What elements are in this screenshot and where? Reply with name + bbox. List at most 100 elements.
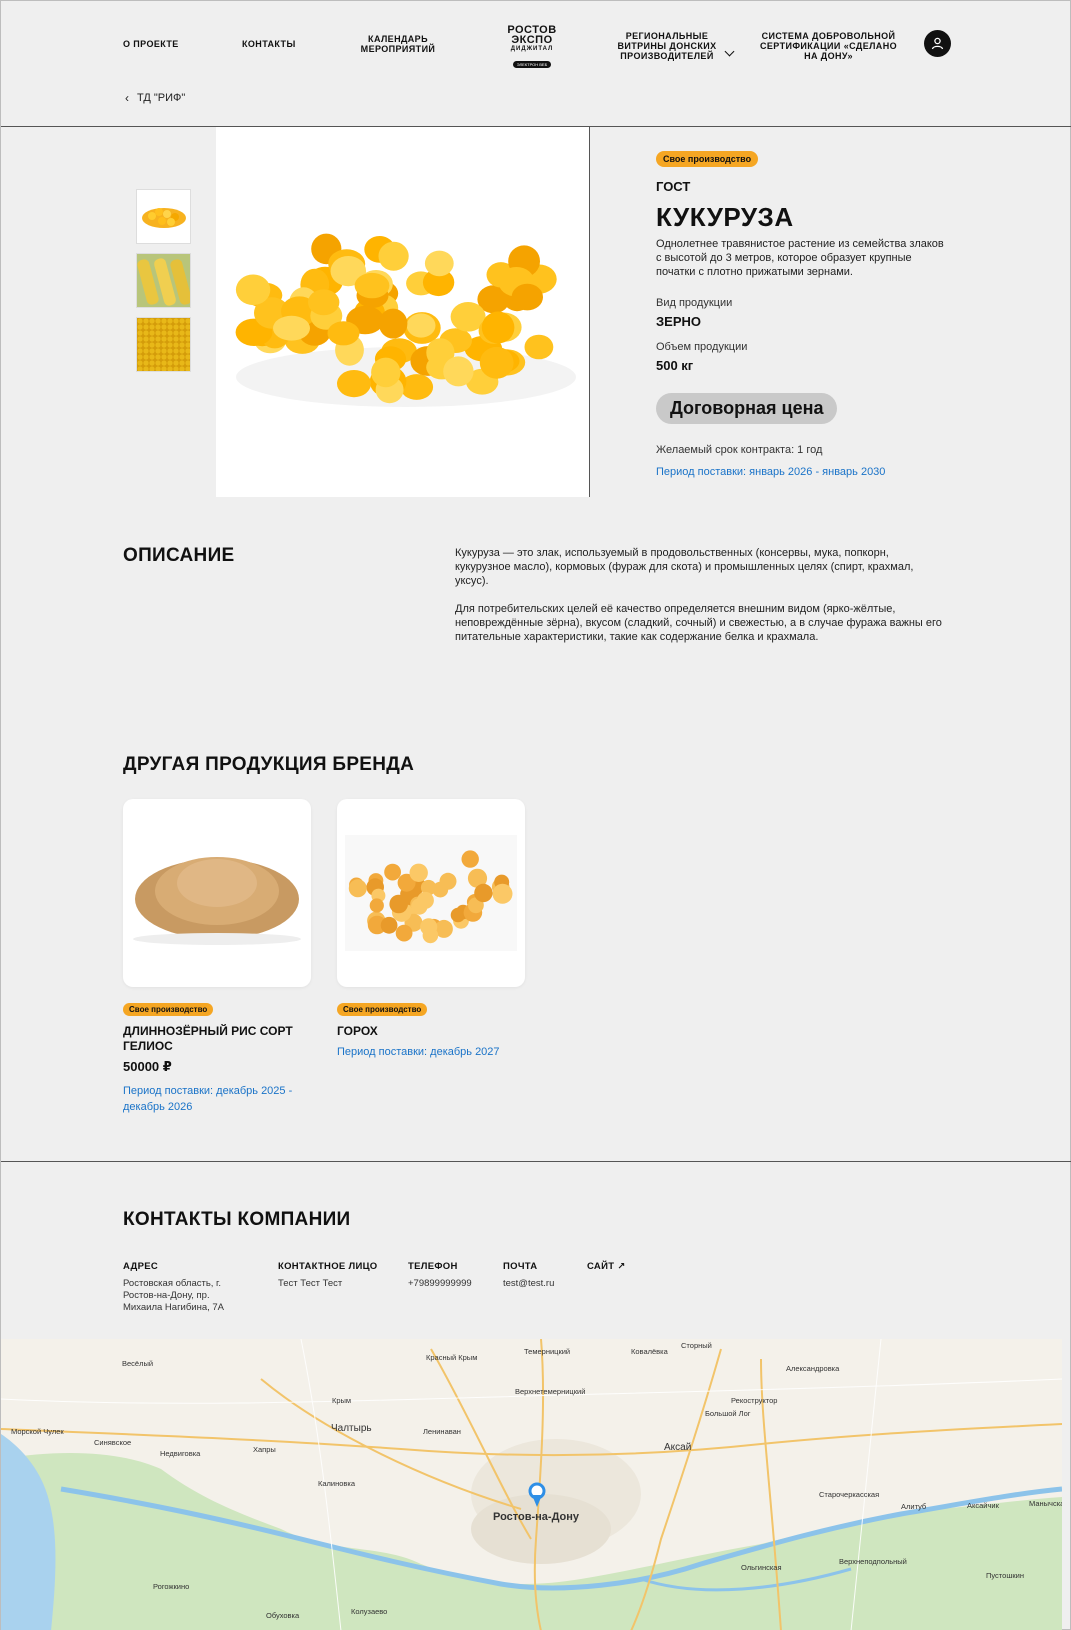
map-label: Старочеркасская [819, 1490, 880, 1499]
description-paragraph-1: Кукуруза — это злак, используемый в прод… [455, 547, 914, 587]
product-card-peas[interactable]: Свое производство ГОРОХ Период поставки:… [337, 799, 525, 1060]
nav-certification[interactable]: СИСТЕМА ДОБРОВОЛЬНОЙ СЕРТИФИКАЦИИ «СДЕЛА… [756, 31, 901, 61]
pea [389, 894, 408, 914]
corn-kernels-thumb-icon [142, 208, 186, 228]
chevron-left-icon: ‹ [125, 91, 129, 105]
thumbnail-corn-texture[interactable] [136, 317, 191, 372]
corn-kernel [479, 346, 514, 379]
site-link[interactable]: САЙТ ↗ [587, 1261, 626, 1272]
pea [380, 916, 398, 934]
map-label: Ленинаван [423, 1427, 461, 1436]
product-card-price: 50000 ₽ [123, 1059, 172, 1074]
user-icon [931, 37, 944, 50]
corn-kernels-image [235, 233, 576, 407]
map-city-label: Ростов-на-Дону [493, 1511, 580, 1523]
map-label: Верхнетемерницкий [515, 1387, 586, 1396]
corn-kernel [378, 241, 409, 271]
map-label: Калиновка [318, 1479, 356, 1488]
pea [439, 872, 457, 890]
rice-grains-image [133, 857, 301, 945]
product-short-description: Однолетнее травянистое растение из семей… [656, 238, 944, 278]
breadcrumb[interactable]: ‹ ТД "РИФ" [125, 91, 185, 105]
pea [474, 883, 493, 903]
description-title: ОПИСАНИЕ [123, 545, 235, 566]
corn-kernel [524, 334, 554, 360]
product-card-period: Период поставки: декабрь 2025 - декабрь … [123, 1085, 293, 1113]
own-production-badge: Свое производство [656, 151, 759, 167]
pea [422, 927, 439, 944]
thumbnail-corn-kernels[interactable] [136, 189, 191, 244]
description-paragraph-2: Для потребительских целей её качество оп… [455, 603, 942, 643]
peas-image-art [345, 835, 517, 951]
email-value[interactable]: test@test.ru [503, 1278, 554, 1290]
map-label: Чалтырь [331, 1423, 372, 1434]
nav-contacts[interactable]: КОНТАКТЫ [242, 39, 296, 49]
logo[interactable]: РОСТОВ ЭКСПО ДИДЖИТАЛ ЭЛЕКТРОН ВЕБ [507, 25, 557, 71]
map-label: Синявское [94, 1438, 132, 1447]
pea [409, 863, 428, 882]
corn-kernel [443, 356, 474, 387]
divider [1, 1161, 1071, 1162]
product-volume-label: Объем продукции [656, 341, 748, 353]
thumbnail-corn-cob[interactable] [136, 253, 191, 308]
product-title: КУКУРУЗА [656, 202, 794, 232]
corn-kernel [371, 357, 401, 388]
map-label: Морской Чулек [11, 1427, 64, 1436]
map-label: Манычская [1029, 1499, 1062, 1508]
nav-regional-showcases[interactable]: РЕГИОНАЛЬНЫЕ ВИТРИНЫ ДОНСКИХ ПРОИЗВОДИТЕ… [607, 31, 727, 61]
corn-kernel [511, 283, 543, 311]
corn-kernel [337, 370, 371, 398]
product-main-image [216, 127, 590, 497]
contract-term: Желаемый срок контракта: 1 год [656, 444, 823, 456]
email-label: ПОЧТА [503, 1261, 538, 1272]
map-label: Колузаево [351, 1607, 388, 1616]
contact-address: АДРЕС Ростовская область, г. Ростов-на-Д… [123, 1261, 248, 1314]
logo-line3: ДИДЖИТАЛ [510, 46, 554, 52]
corn-kernel [406, 313, 436, 338]
address-label: АДРЕС [123, 1261, 159, 1272]
logo-line2: ЭКСПО [511, 34, 553, 46]
nav-calendar[interactable]: КАЛЕНДАРЬ МЕРОПРИЯТИЙ [358, 34, 438, 54]
corn-kernel [354, 272, 390, 299]
map-label: Верхнеподпольный [839, 1557, 907, 1566]
pea [395, 924, 413, 942]
contact-phone: ТЕЛЕФОН +79899999999 [408, 1261, 472, 1290]
map-label: Недвиговка [160, 1449, 201, 1458]
rice-image [123, 799, 311, 987]
map-label: Аксайчик [967, 1501, 999, 1510]
map-label: Рекоструктор [731, 1396, 778, 1405]
product-card-name: ГОРОХ [337, 1024, 378, 1038]
contact-person: КОНТАКТНОЕ ЛИЦО Тест Тест Тест [278, 1261, 378, 1290]
map-label: Пустошкин [986, 1571, 1024, 1580]
description-text: Кукуруза — это злак, используемый в прод… [455, 546, 945, 644]
map-label: Ковалёвка [631, 1347, 668, 1356]
own-production-badge: Свое производство [337, 1003, 428, 1016]
product-info: Свое производство ГОСТ КУКУРУЗА Однолетн… [656, 149, 946, 478]
map-label: Весёлый [122, 1359, 154, 1368]
peas-image [337, 799, 525, 987]
corn-kernel [235, 274, 271, 306]
corn-texture-thumb-icon [137, 318, 190, 371]
contact-site[interactable]: САЙТ ↗ [587, 1261, 626, 1272]
pea [384, 863, 401, 881]
pea [450, 907, 466, 923]
person-label: КОНТАКТНОЕ ЛИЦО [278, 1261, 378, 1272]
pea [461, 850, 479, 868]
person-value: Тест Тест Тест [278, 1278, 343, 1289]
user-profile-button[interactable] [924, 30, 951, 57]
nav-about[interactable]: О ПРОЕКТЕ [123, 39, 179, 49]
map-label: Темерницкий [524, 1347, 571, 1356]
map-label: Рогожкино [153, 1582, 190, 1591]
map[interactable]: Весёлый Красный Крым Темерницкий Ковалёв… [1, 1339, 1062, 1630]
phone-value[interactable]: +79899999999 [408, 1278, 472, 1290]
corn-cob-thumb-icon [137, 254, 190, 307]
map-label: Большой Лог [705, 1409, 751, 1418]
contacts-title: КОНТАКТЫ КОМПАНИИ [123, 1209, 351, 1230]
product-volume-value: 500 кг [656, 358, 694, 373]
logo-pill: ЭЛЕКТРОН ВЕБ [512, 61, 552, 68]
contact-email: ПОЧТА test@test.ru [503, 1261, 554, 1290]
pea [492, 883, 513, 904]
corn-kernel [308, 289, 340, 316]
product-card-rice[interactable]: Свое производство ДЛИННОЗЁРНЫЙ РИС СОРТ … [123, 799, 311, 1115]
negotiable-price-button[interactable]: Договорная цена [656, 393, 838, 424]
